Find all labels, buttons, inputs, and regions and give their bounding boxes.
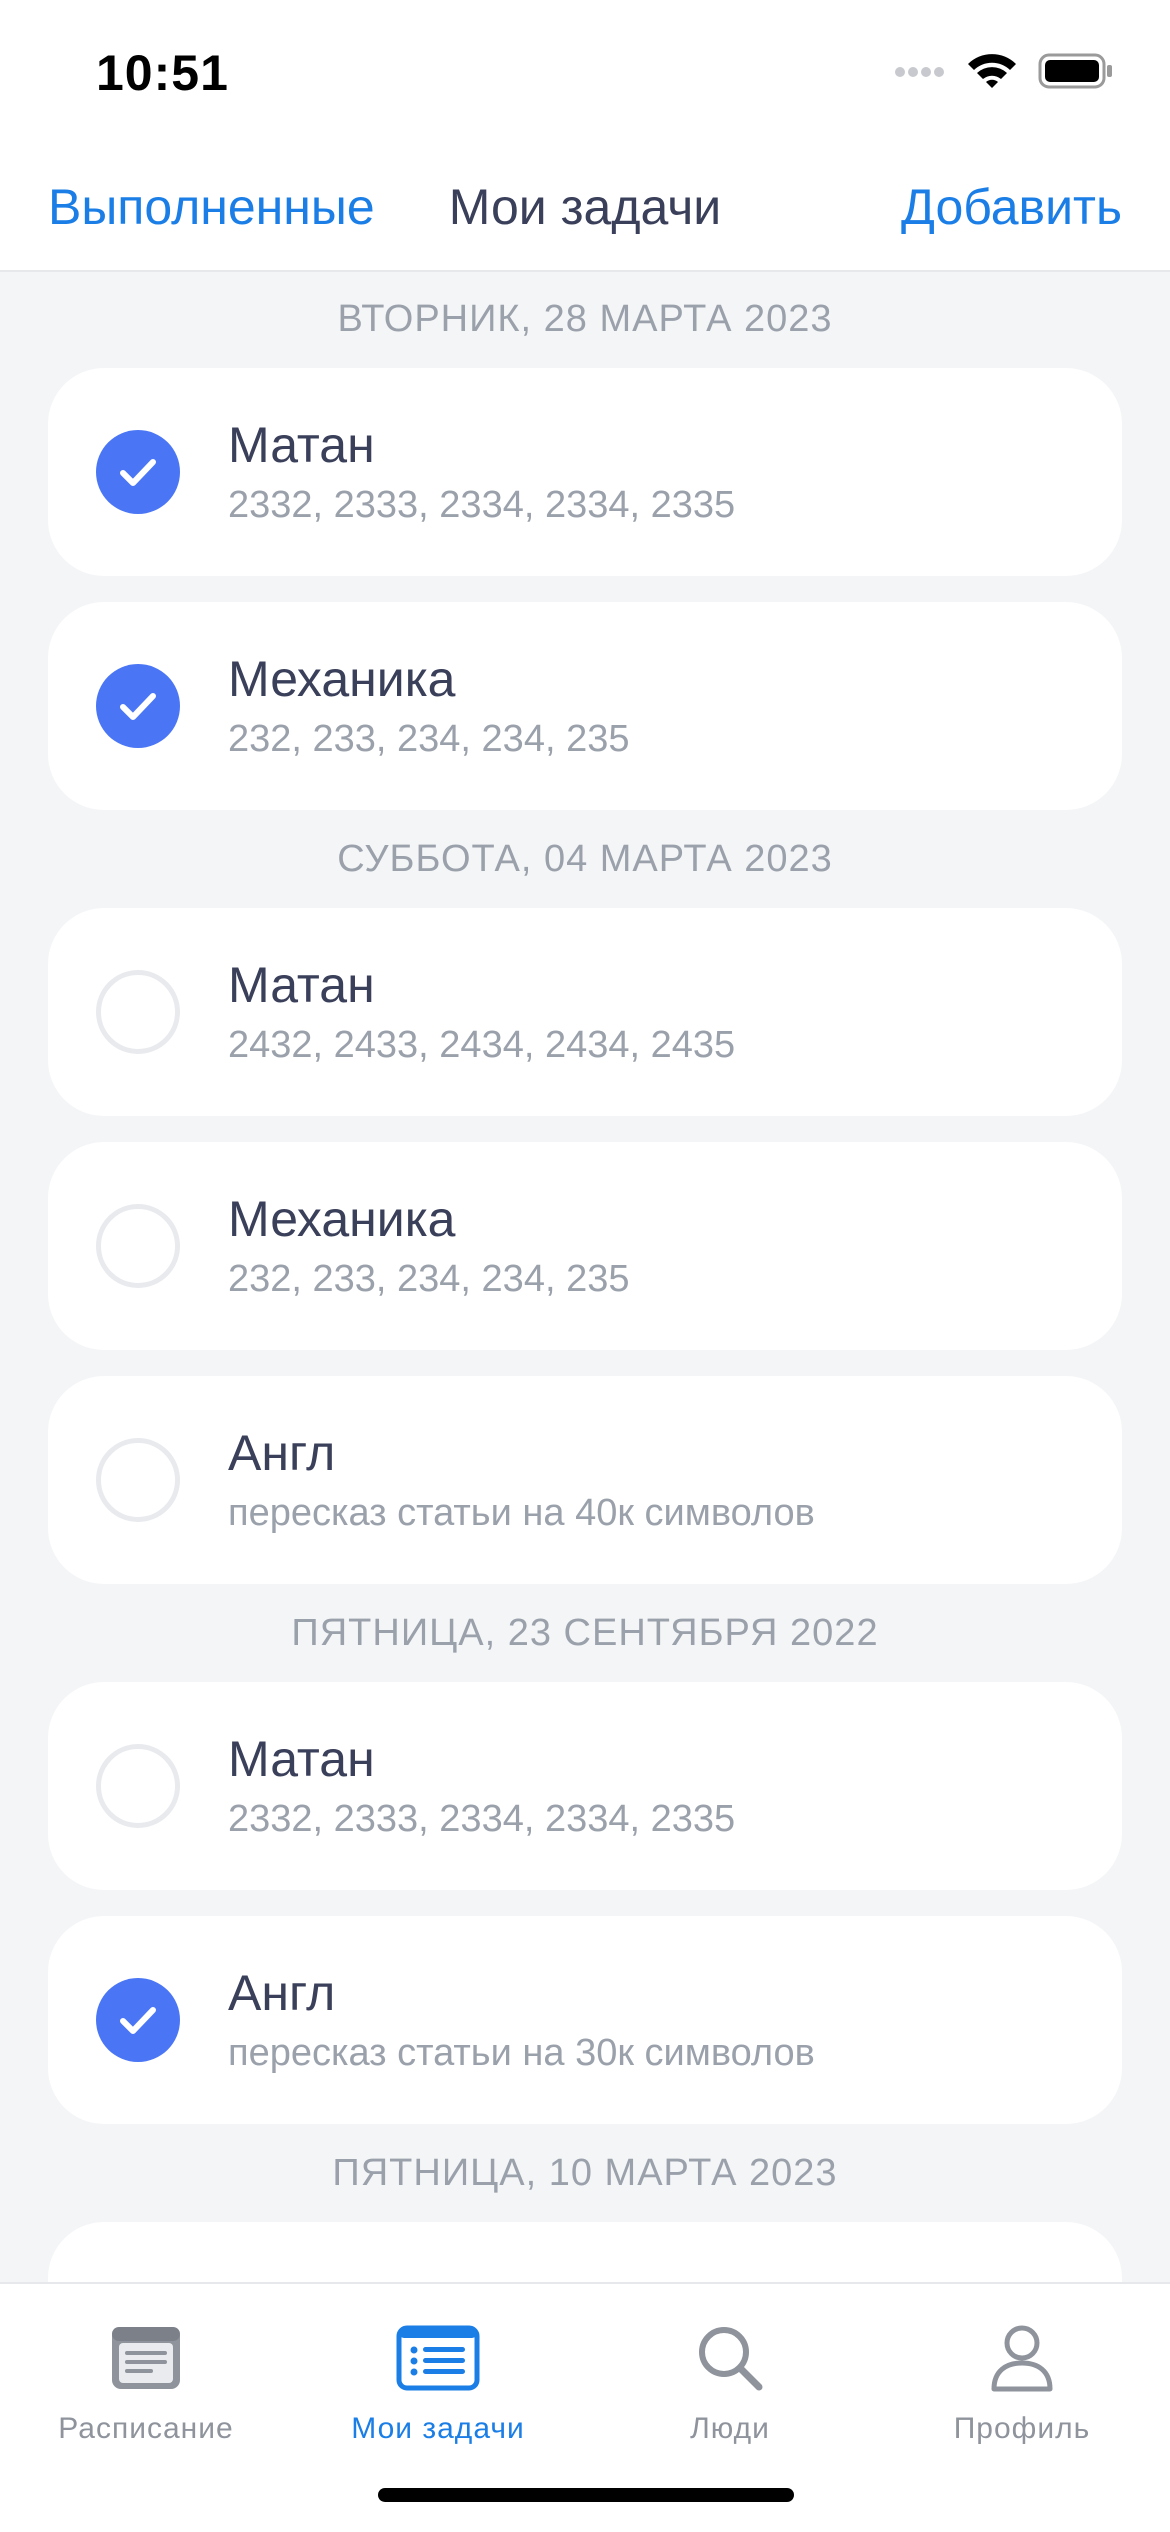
screen: 10:51 Выполненные Мои задачи Добавить ВТ… [0,0,1170,2532]
status-bar: 10:51 [0,0,1170,150]
task-subtitle: 232, 233, 234, 234, 235 [228,718,630,760]
task-list[interactable]: ВТОРНИК, 28 МАРТА 2023 Матан 2332, 2333,… [0,272,1170,2282]
task-card[interactable]: Механика 232, 233, 234, 234, 235 [48,602,1122,810]
task-title: Механика [228,651,456,707]
tab-label: Люди [690,2412,770,2445]
checkbox-checked[interactable] [96,430,180,514]
task-card[interactable]: Матан 2432, 2433, 2434, 2434, 2435 [48,908,1122,1116]
tasks-list-icon [292,2320,584,2396]
tab-my-tasks[interactable]: Мои задачи [292,2304,584,2454]
add-button[interactable]: Добавить [901,178,1122,236]
schedule-icon [0,2320,292,2396]
cellular-dots-icon [894,65,946,83]
checkbox-unchecked[interactable] [96,1204,180,1288]
tab-schedule[interactable]: Расписание [0,2304,292,2454]
task-subtitle: 2332, 2333, 2334, 2334, 2335 [228,484,736,526]
task-card[interactable]: Матан 2332, 2333, 2334, 2334, 2335 [48,1682,1122,1890]
task-title: Англ [228,1965,336,2021]
task-card[interactable]: Механика 232, 233, 234, 234, 235 [48,1142,1122,1350]
status-time: 10:51 [96,45,229,101]
task-title: Матан [228,957,375,1013]
section-header: ПЯТНИЦА, 10 МАРТА 2023 [332,2152,838,2194]
wifi-icon [966,52,1018,95]
tab-label: Профиль [953,2412,1091,2445]
home-indicator[interactable] [378,2488,794,2502]
checkbox-unchecked[interactable] [96,970,180,1054]
task-card[interactable]: Матан 2332, 2333, 2334, 2334, 2335 [48,368,1122,576]
tab-label: Мои задачи [351,2412,525,2445]
tab-label: Расписание [58,2412,234,2445]
nav-bar: Выполненные Мои задачи Добавить [0,150,1170,272]
task-title: Механика [228,1191,456,1247]
task-subtitle: 2332, 2333, 2334, 2334, 2335 [228,1798,736,1840]
tab-people[interactable]: Люди [584,2304,876,2454]
search-icon [584,2320,876,2396]
tab-profile[interactable]: Профиль [876,2304,1168,2454]
section-header: ВТОРНИК, 28 МАРТА 2023 [337,298,833,340]
checkbox-checked[interactable] [96,1978,180,2062]
task-subtitle: пересказ статьи на 30к символов [228,2032,815,2074]
checkbox-unchecked[interactable] [96,1438,180,1522]
task-subtitle: пересказ статьи на 40к символов [228,1492,815,1534]
checkbox-checked[interactable] [96,664,180,748]
profile-icon [876,2320,1168,2396]
checkbox-unchecked[interactable] [96,1744,180,1828]
task-subtitle: 2432, 2433, 2434, 2434, 2435 [228,1024,736,1066]
section-header: СУББОТА, 04 МАРТА 2023 [337,838,833,880]
section-header: ПЯТНИЦА, 23 СЕНТЯБРЯ 2022 [291,1612,879,1654]
task-title: Матан [228,417,375,473]
task-title: Англ [228,1425,336,1481]
task-card[interactable]: Англ пересказ статьи на 30к символов [48,1916,1122,2124]
status-icons [894,52,1114,95]
battery-icon [1038,53,1114,94]
task-card[interactable] [48,2222,1122,2282]
task-title: Матан [228,1731,375,1787]
task-subtitle: 232, 233, 234, 234, 235 [228,1258,630,1300]
task-card[interactable]: Англ пересказ статьи на 40к символов [48,1376,1122,1584]
